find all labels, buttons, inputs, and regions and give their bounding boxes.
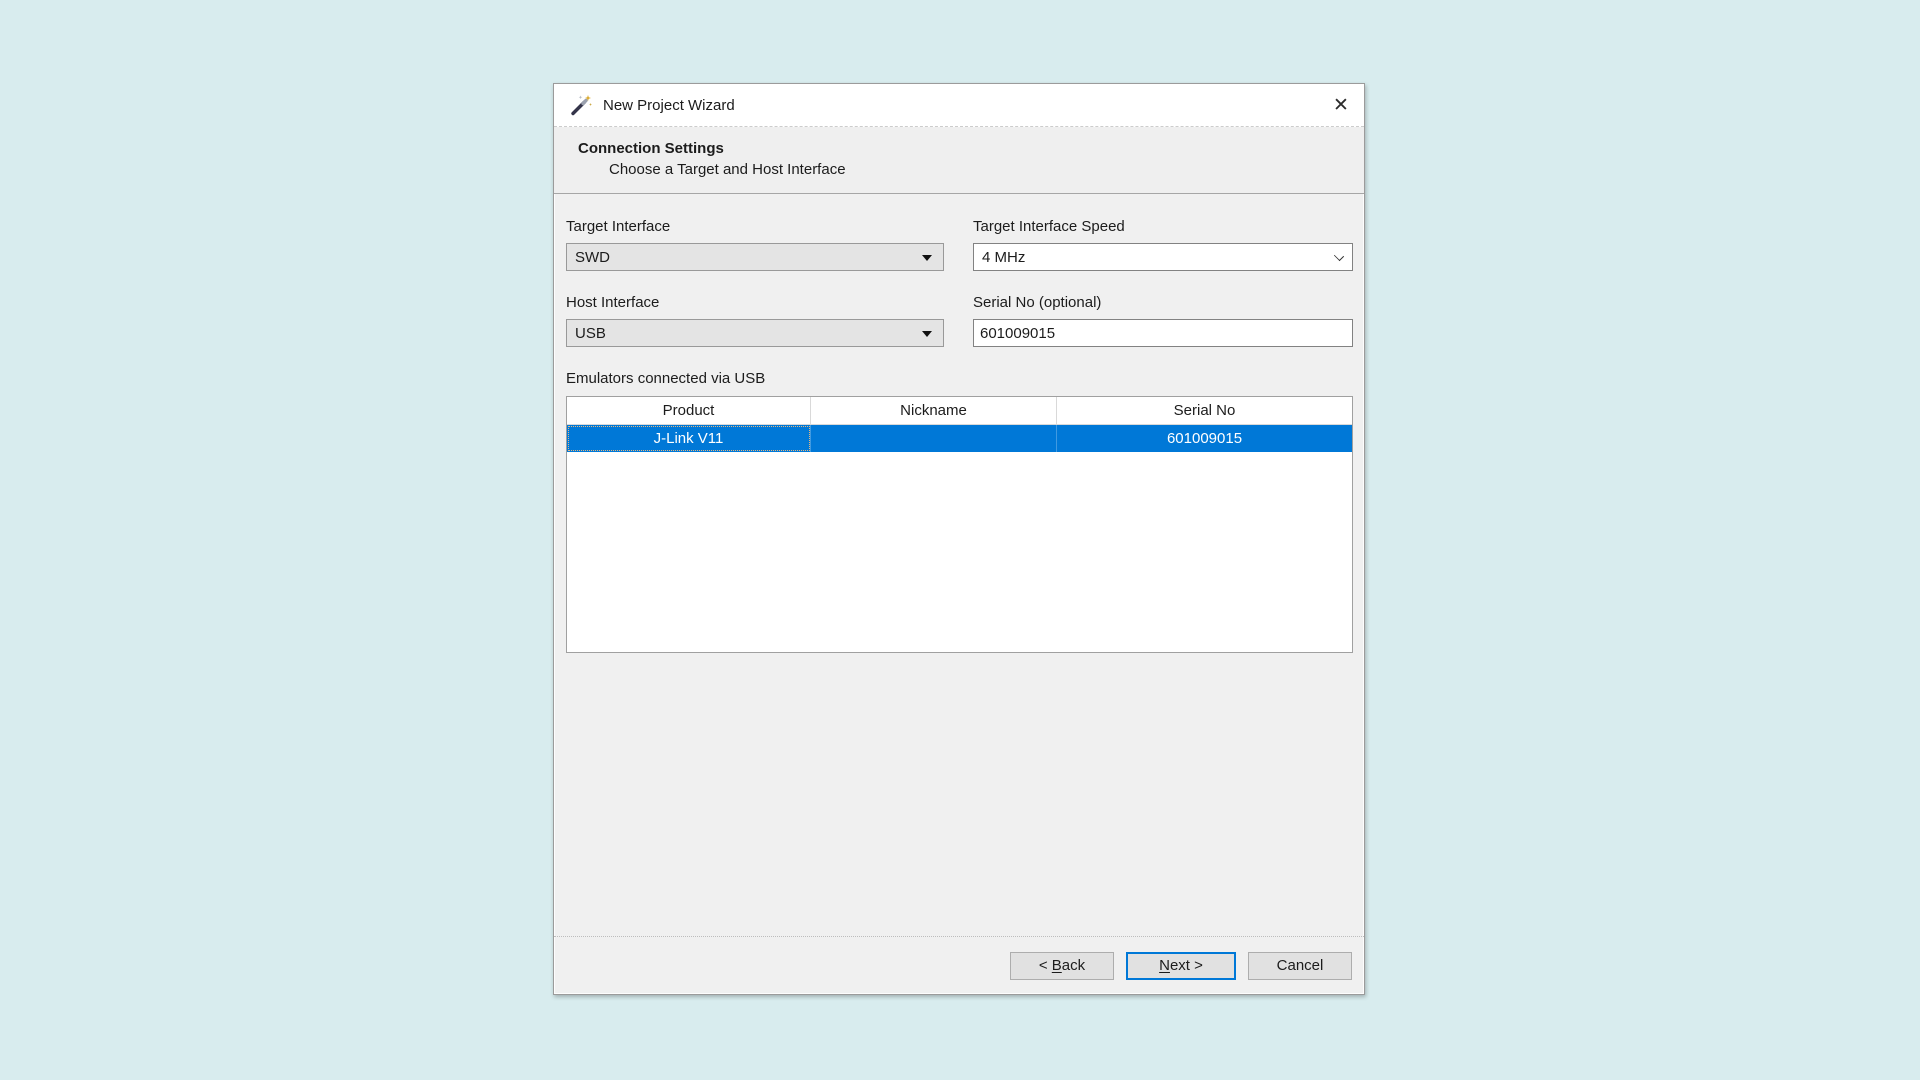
host-interface-field: Host Interface USB [566, 294, 944, 347]
host-interface-value: USB [575, 325, 606, 342]
close-button[interactable]: ✕ [1318, 84, 1364, 126]
chevron-down-icon [922, 331, 932, 337]
serial-no-field: Serial No (optional) [973, 294, 1353, 347]
cell-nickname[interactable] [811, 425, 1057, 452]
back-button[interactable]: < Back [1010, 952, 1114, 980]
emulator-table-header: Product Nickname Serial No [567, 397, 1352, 425]
target-interface-value: SWD [575, 249, 610, 266]
serial-no-label: Serial No (optional) [973, 294, 1353, 311]
target-interface-speed-value: 4 MHz [982, 249, 1025, 266]
dialog-body: Target Interface SWD Target Interface Sp… [554, 194, 1364, 936]
desktop-background: New Project Wizard ✕ Connection Settings… [0, 0, 1920, 1080]
new-project-wizard-dialog: New Project Wizard ✕ Connection Settings… [553, 83, 1365, 995]
cell-serial-no[interactable]: 601009015 [1057, 425, 1352, 452]
target-interface-label: Target Interface [566, 218, 944, 235]
chevron-down-icon [922, 255, 932, 261]
dialog-title: New Project Wizard [603, 97, 735, 114]
target-interface-speed-field: Target Interface Speed 4 MHz [973, 218, 1353, 271]
host-interface-dropdown[interactable]: USB [566, 319, 944, 347]
wizard-wand-icon [569, 93, 593, 117]
column-header-serial-no[interactable]: Serial No [1057, 397, 1352, 424]
column-header-product[interactable]: Product [567, 397, 811, 424]
serial-no-input[interactable] [973, 319, 1353, 347]
table-row[interactable]: J-Link V11 601009015 [567, 425, 1352, 452]
host-interface-label: Host Interface [566, 294, 944, 311]
next-button[interactable]: Next > [1126, 952, 1236, 980]
chevron-down-icon [1334, 251, 1344, 261]
target-interface-dropdown[interactable]: SWD [566, 243, 944, 271]
column-header-nickname[interactable]: Nickname [811, 397, 1057, 424]
step-subtitle: Choose a Target and Host Interface [578, 161, 1340, 178]
target-interface-field: Target Interface SWD [566, 218, 944, 271]
emulators-label: Emulators connected via USB [566, 370, 1352, 387]
cancel-button[interactable]: Cancel [1248, 952, 1352, 980]
close-icon: ✕ [1333, 94, 1349, 116]
dialog-button-bar: < Back Next > Cancel [554, 936, 1364, 994]
connection-form: Target Interface SWD Target Interface Sp… [566, 218, 1352, 370]
emulator-table[interactable]: Product Nickname Serial No J-Link V11 60… [566, 396, 1353, 653]
target-interface-speed-dropdown[interactable]: 4 MHz [973, 243, 1353, 271]
wizard-step-header: Connection Settings Choose a Target and … [554, 127, 1364, 194]
cell-product[interactable]: J-Link V11 [567, 425, 811, 452]
target-interface-speed-label: Target Interface Speed [973, 218, 1353, 235]
step-title: Connection Settings [578, 140, 1340, 157]
body-spacer [566, 653, 1352, 936]
dialog-titlebar[interactable]: New Project Wizard ✕ [554, 84, 1364, 127]
